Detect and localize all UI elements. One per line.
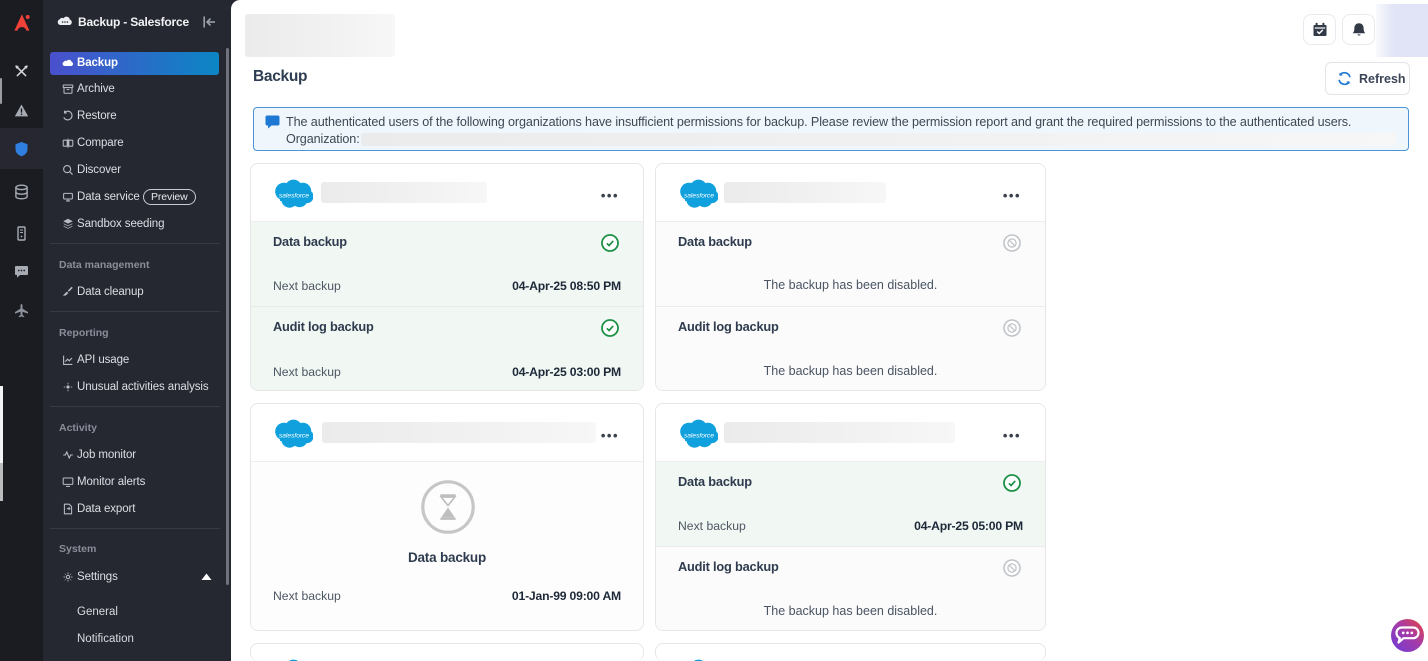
svg-text:salesforce: salesforce — [279, 193, 309, 200]
svg-text:salesforce: salesforce — [279, 433, 309, 440]
svg-text:salesforce: salesforce — [684, 193, 714, 200]
svg-text:salesforce: salesforce — [684, 433, 714, 440]
